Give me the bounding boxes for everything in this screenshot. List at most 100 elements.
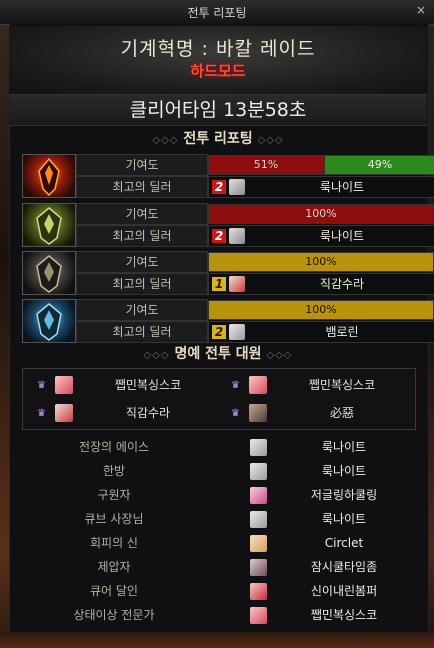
contribution-bar: 100% xyxy=(208,204,434,224)
dealer-name: 룩나이트 xyxy=(319,180,365,194)
award-title: 제압자 xyxy=(97,560,131,574)
award-row[interactable]: 전장의 에이스 룩나이트 xyxy=(14,436,414,458)
top-dealer-label: 최고의 딜러 xyxy=(76,176,208,198)
award-title: 회피의 신 xyxy=(90,536,138,550)
raid-mode: 하드모드 xyxy=(190,62,246,80)
raid-header: 기계혁명 : 바칼 레이드 하드모드 xyxy=(9,26,427,95)
contribution-bar: 51% xyxy=(208,155,324,175)
honor-member[interactable]: ♛ 必惡 xyxy=(221,400,413,426)
top-dealer[interactable]: 2 룩나이트 xyxy=(208,176,434,198)
award-player: 쨉민복싱스코 xyxy=(310,608,378,622)
avatar xyxy=(250,511,267,528)
rank-badge: 2 xyxy=(212,325,226,339)
avatar xyxy=(250,439,267,456)
award-player: 룩나이트 xyxy=(321,512,367,526)
rank-badge: 2 xyxy=(212,229,226,243)
award-title: 한방 xyxy=(102,464,126,478)
award-row[interactable]: 구원자 저글링하쿨링 xyxy=(14,484,414,506)
honor-member-name: 직감수라 xyxy=(125,406,171,420)
raid-title: 기계혁명 : 바칼 레이드 xyxy=(120,38,316,60)
heading-deco-left: ◇◇◇ xyxy=(143,350,170,361)
avatar xyxy=(250,607,267,624)
honor-member[interactable]: ♛ 쨉민복싱스코 xyxy=(221,372,413,398)
avatar xyxy=(55,404,73,422)
award-player: 저글링하쿨링 xyxy=(310,488,378,502)
avatar xyxy=(229,228,245,244)
honor-member-name: 쨉민복싱스코 xyxy=(114,378,182,392)
contribution-label: 기여도 xyxy=(76,299,208,321)
award-row[interactable]: 상태이상 전문가 쨉민복싱스코 xyxy=(14,604,414,626)
crown-icon: ♛ xyxy=(231,408,240,419)
rank-badge: 1 xyxy=(212,277,226,291)
award-row[interactable]: 큐브 사장님 룩나이트 xyxy=(14,508,414,530)
background-left xyxy=(0,0,9,648)
honor-member-name: 必惡 xyxy=(329,406,354,420)
close-icon[interactable]: × xyxy=(416,3,426,17)
window-title: 전투 리포팅 xyxy=(187,6,247,20)
avatar xyxy=(55,376,73,394)
red-dragon-icon xyxy=(22,154,76,198)
clear-time: 클리어타임 13분58초 xyxy=(9,94,427,126)
heading-deco-right: ◇◇◇ xyxy=(266,350,293,361)
background-bottom xyxy=(0,632,434,648)
crown-icon: ♛ xyxy=(37,380,46,391)
boss-row: 기여도 최고의 딜러 100% 2 뱀로린 xyxy=(22,299,434,343)
avatar xyxy=(229,276,245,292)
contribution-label: 기여도 xyxy=(76,251,208,273)
award-title: 상태이상 전문가 xyxy=(73,608,155,622)
contribution-bar: 100% xyxy=(208,300,434,320)
avatar xyxy=(249,404,267,422)
avatar xyxy=(250,535,267,552)
avatar xyxy=(250,487,267,504)
honor-heading: ◇◇◇ 명예 전투 대원 ◇◇◇ xyxy=(9,343,427,365)
honor-heading-text: 명예 전투 대원 xyxy=(174,346,262,362)
avatar xyxy=(229,324,245,340)
top-dealer[interactable]: 1 직감수라 xyxy=(208,273,434,295)
award-row[interactable]: 큐어 달인 신이내린봄퍼 xyxy=(14,580,414,602)
honor-member-name: 쨉민복싱스코 xyxy=(308,378,376,392)
crown-icon: ♛ xyxy=(37,408,46,419)
avatar xyxy=(229,179,245,195)
award-player: 잠시쿨타임좀 xyxy=(310,560,378,574)
heading-deco-left: ◇◇◇ xyxy=(152,135,179,146)
award-player: Circlet xyxy=(324,536,364,550)
dealer-name: 직감수라 xyxy=(319,277,365,291)
boss-row: 기여도 최고의 딜러 100% 2 룩나이트 xyxy=(22,203,434,247)
award-player: 신이내린봄퍼 xyxy=(310,584,378,598)
award-title: 큐어 달인 xyxy=(90,584,138,598)
avatar xyxy=(250,583,267,600)
heading-deco-right: ◇◇◇ xyxy=(257,135,284,146)
top-dealer[interactable]: 2 룩나이트 xyxy=(208,225,434,247)
award-row[interactable]: 한방 룩나이트 xyxy=(14,460,414,482)
blue-dragon-icon xyxy=(22,299,76,343)
dealer-name: 룩나이트 xyxy=(319,229,365,243)
top-dealer-label: 최고의 딜러 xyxy=(76,273,208,295)
award-player: 룩나이트 xyxy=(321,440,367,454)
award-row[interactable]: 회피의 신 Circlet xyxy=(14,532,414,554)
honor-members: ♛ 쨉민복싱스코 ♛ 쨉민복싱스코 ♛ 직감수라 ♛ 必惡 xyxy=(22,368,416,430)
avatar xyxy=(250,463,267,480)
window-titlebar[interactable]: 전투 리포팅 × xyxy=(0,0,434,25)
honor-member[interactable]: ♛ 쨉민복싱스코 xyxy=(27,372,219,398)
contribution-bar: 49% xyxy=(324,155,434,175)
avatar xyxy=(250,559,267,576)
award-title: 구원자 xyxy=(97,488,131,502)
avatar xyxy=(249,376,267,394)
report-heading: ◇◇◇ 전투 리포팅 ◇◇◇ xyxy=(9,128,427,150)
rank-badge: 2 xyxy=(212,180,226,194)
report-heading-text: 전투 리포팅 xyxy=(183,131,253,147)
honor-member[interactable]: ♛ 직감수라 xyxy=(27,400,219,426)
award-row[interactable]: 제압자 잠시쿨타임좀 xyxy=(14,556,414,578)
award-title: 전장의 에이스 xyxy=(78,440,150,454)
contribution-bar: 100% xyxy=(208,252,434,272)
green-dragon-icon xyxy=(22,203,76,247)
dealer-name: 뱀로린 xyxy=(325,325,359,339)
award-player: 룩나이트 xyxy=(321,464,367,478)
contribution-label: 기여도 xyxy=(76,203,208,225)
top-dealer-label: 최고의 딜러 xyxy=(76,321,208,343)
black-dragon-icon xyxy=(22,251,76,295)
boss-row: 기여도 최고의 딜러 51% 49% 2 룩나이트 xyxy=(22,154,434,198)
crown-icon: ♛ xyxy=(231,380,240,391)
top-dealer[interactable]: 2 뱀로린 xyxy=(208,321,434,343)
top-dealer-label: 최고의 딜러 xyxy=(76,225,208,247)
